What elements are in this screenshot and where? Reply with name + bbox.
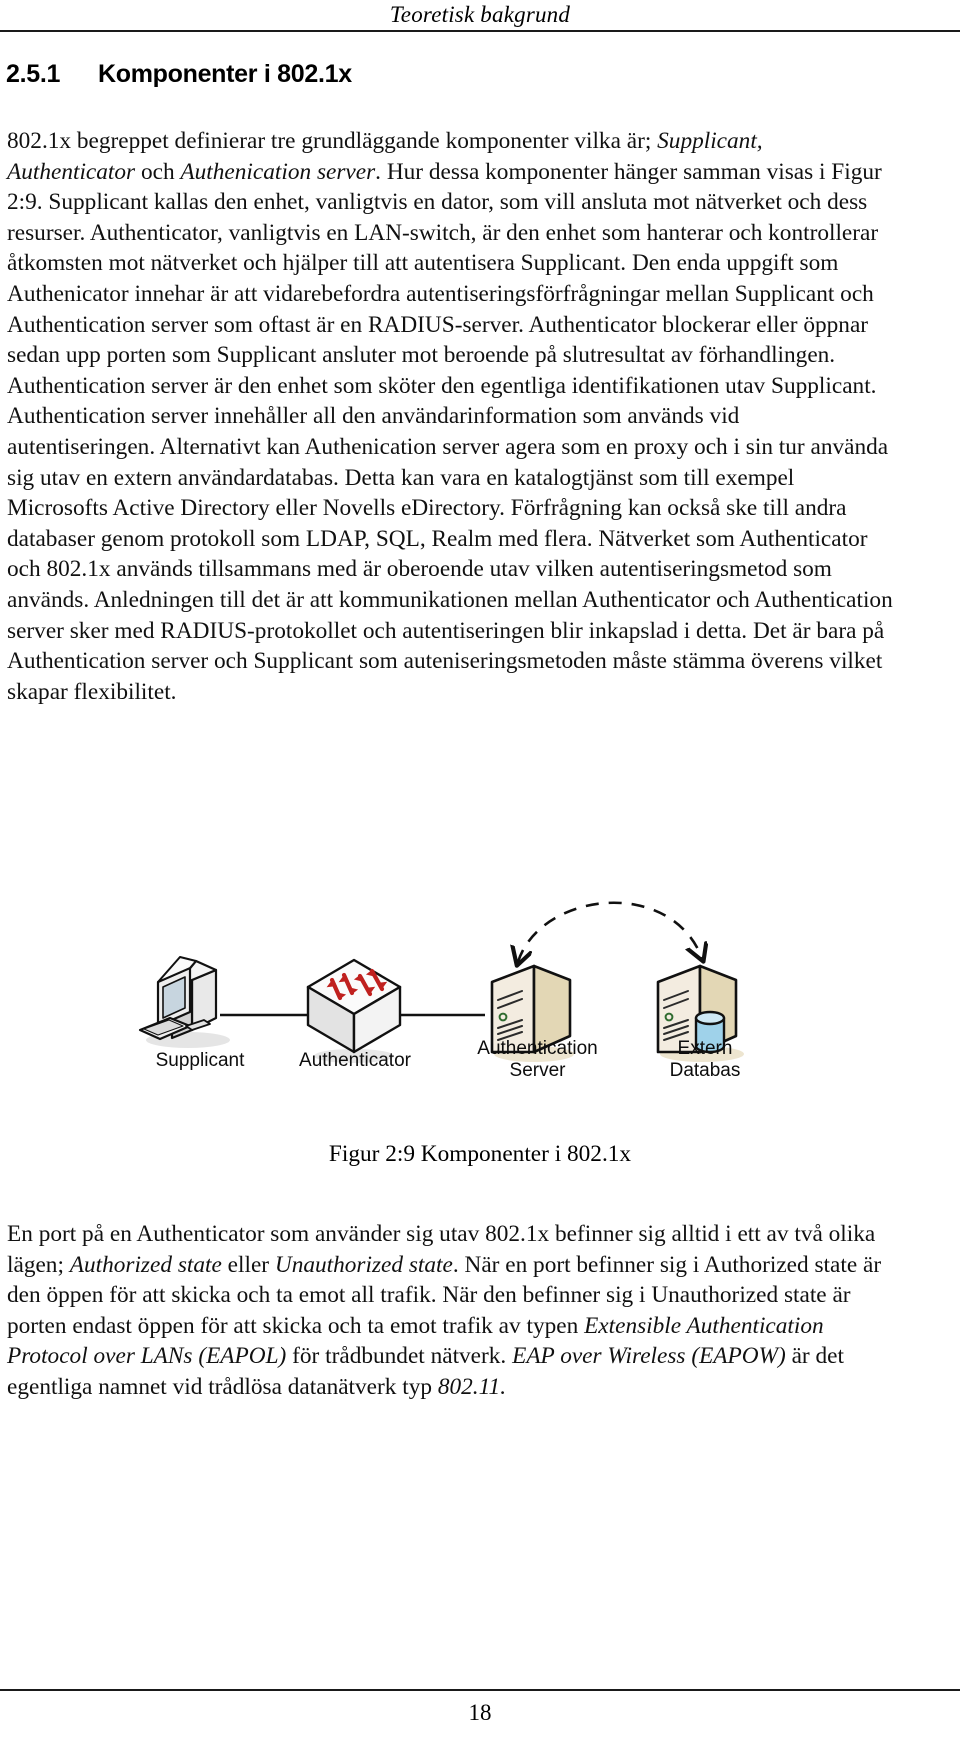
figure-2-9: Supplicant Authenticator Authentication … <box>0 840 960 1180</box>
footer-divider-rule <box>0 1689 960 1691</box>
dashed-arc-connector <box>518 901 702 962</box>
desktop-computer-icon <box>138 956 230 1048</box>
page-number: 18 <box>468 1700 492 1725</box>
figure-label-extern-databas: Extern Databas <box>669 1038 741 1081</box>
body-paragraph-2: En port på en Authenticator som använder… <box>7 1221 882 1400</box>
figure-label-authenticator: Authenticator <box>299 1050 411 1071</box>
section-heading: 2.5.1 Komponenter i 802.1x <box>6 59 906 89</box>
body-paragraph-1: 802.1x begreppet definierar tre grundläg… <box>7 128 893 705</box>
figure-label-supplicant: Supplicant <box>155 1050 245 1071</box>
section-number: 2.5.1 <box>6 60 61 88</box>
figure-label-authentication-server: Authentication Server <box>477 1038 598 1081</box>
document-page: Teoretisk bakgrund 2.5.1 Komponenter i 80… <box>0 0 960 1749</box>
running-header-title: Teoretisk bakgrund <box>389 2 571 27</box>
figure-canvas: Supplicant Authenticator Authentication … <box>130 840 790 1110</box>
section-title: Komponenter i 802.1x <box>98 60 352 88</box>
network-switch-icon <box>306 958 402 1063</box>
running-header: Teoretisk bakgrund <box>0 0 960 34</box>
header-divider-rule <box>0 30 960 32</box>
figure-caption: Figur 2:9 Komponenter i 802.1x <box>328 1141 632 1167</box>
